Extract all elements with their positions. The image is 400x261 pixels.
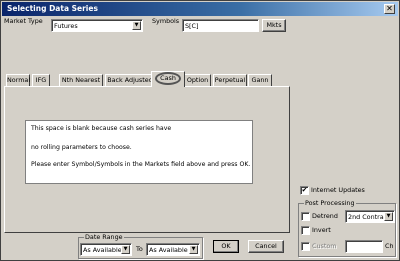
symbols-label: Symbols (152, 17, 180, 25)
chevron-down-icon[interactable]: ▼ (121, 245, 130, 254)
date-to-label: To (136, 245, 143, 253)
ok-button[interactable]: OK (213, 240, 239, 253)
market-type-select[interactable]: Futures ▼ (51, 19, 143, 32)
detrend-select-value: 2nd Contra (348, 213, 384, 221)
invert-checkbox[interactable] (301, 226, 310, 235)
close-icon: ✕ (386, 4, 393, 13)
symbols-value: S[C] (185, 22, 199, 30)
market-type-value: Futures (54, 22, 78, 30)
info-line-2: no rolling parameters to choose. (31, 144, 132, 151)
tab-label: Perpetual (214, 76, 246, 84)
invert-label: Invert (312, 226, 331, 234)
post-processing-title: Post Processing (304, 199, 356, 207)
chevron-down-icon[interactable]: ▼ (384, 212, 393, 221)
tab-label: Cash (155, 72, 181, 85)
tab-label: Gann (251, 76, 269, 84)
mkts-button[interactable]: Mkts (262, 19, 286, 32)
tab-cash[interactable]: Cash (151, 71, 185, 87)
tab-label: Back Adjusted (107, 76, 153, 84)
market-type-label: Market Type (4, 17, 43, 25)
custom-choose-label[interactable]: Ch (385, 242, 394, 250)
detrend-select[interactable]: 2nd Contra ▼ (345, 210, 395, 223)
date-range-group: Date Range As Available ▼ To As Availabl… (78, 233, 203, 259)
date-from-value: As Available (83, 246, 122, 254)
window-title: Selecting Data Series (7, 4, 98, 13)
date-to-select[interactable]: As Available ▼ (146, 243, 200, 256)
custom-input[interactable] (345, 240, 383, 253)
custom-label: Custom (312, 242, 337, 250)
date-range-title: Date Range (84, 233, 124, 241)
dialog-window: Selecting Data Series ✕ Market Type Futu… (0, 0, 400, 261)
date-from-select[interactable]: As Available ▼ (80, 243, 132, 256)
title-bar: Selecting Data Series ✕ (2, 2, 398, 16)
info-line-1: This space is blank because cash series … (31, 125, 172, 132)
close-button[interactable]: ✕ (384, 4, 395, 14)
info-box: This space is blank because cash series … (25, 120, 253, 184)
chevron-down-icon[interactable]: ▼ (132, 21, 141, 30)
chevron-down-icon[interactable]: ▼ (189, 245, 198, 254)
tab-panel-cash: This space is blank because cash series … (4, 86, 290, 233)
tab-label: Option (186, 76, 209, 84)
detrend-checkbox[interactable] (301, 212, 310, 221)
internet-updates-checkbox[interactable]: ✔ (300, 186, 309, 195)
check-icon: ✔ (301, 186, 308, 194)
tab-label: Nth Nearest (61, 76, 101, 84)
symbols-input[interactable]: S[C] (182, 19, 259, 32)
cancel-button[interactable]: Cancel (248, 240, 284, 253)
tab-label: Normal (7, 76, 31, 84)
post-processing-group: Post Processing Detrend 2nd Contra ▼ Inv… (298, 199, 396, 257)
custom-checkbox[interactable] (301, 242, 310, 251)
info-line-3: Please enter Symbol/Symbols in the Marke… (31, 161, 251, 168)
detrend-label: Detrend (312, 212, 338, 220)
date-to-value: As Available (149, 246, 188, 254)
internet-updates-label: Internet Updates (311, 186, 365, 194)
tab-label: IFG (35, 76, 47, 84)
